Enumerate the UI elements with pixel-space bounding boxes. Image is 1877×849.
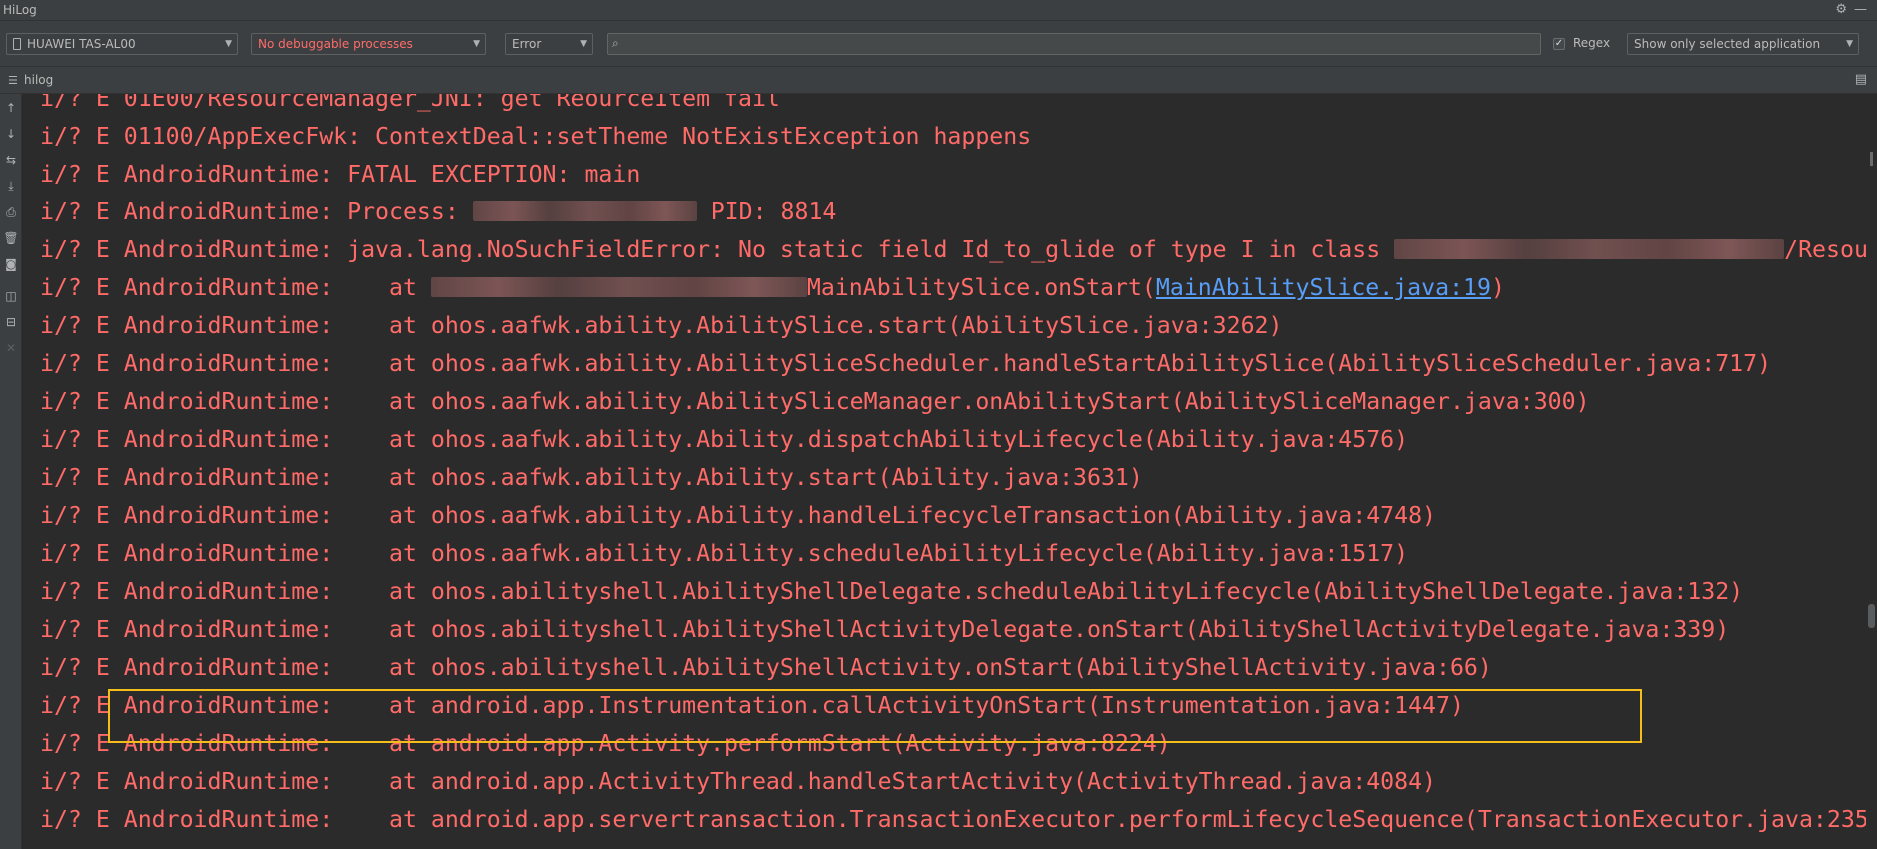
window-title: HiLog bbox=[3, 3, 37, 17]
chevron-down-icon: ▼ bbox=[225, 39, 232, 49]
log-line: i/? E AndroidRuntime: at ohos.abilityshe… bbox=[40, 578, 1744, 605]
chevron-down-icon: ▼ bbox=[1846, 39, 1853, 49]
chevron-down-icon: ▼ bbox=[580, 39, 587, 49]
filter-toolbar: HUAWEI TAS-AL00 ▼ No debuggable processe… bbox=[0, 21, 1877, 67]
log-search-box[interactable]: ⌕ bbox=[607, 33, 1541, 55]
regex-checkbox[interactable]: ✓ bbox=[1553, 38, 1565, 50]
log-line: i/? E 01100/AppExecFwk: ContextDeal::set… bbox=[40, 123, 1032, 150]
search-input[interactable] bbox=[630, 35, 1534, 55]
vertical-scrollbar[interactable] bbox=[1866, 94, 1877, 849]
scroll-down-icon[interactable]: ↓ bbox=[3, 126, 19, 142]
layout-icon[interactable]: ▤ bbox=[1855, 72, 1867, 87]
device-selector[interactable]: HUAWEI TAS-AL00 ▼ bbox=[6, 33, 238, 55]
log-line: i/? E AndroidRuntime: at MainAbilitySlic… bbox=[40, 274, 1505, 301]
process-selector-label: No debuggable processes bbox=[258, 37, 413, 51]
log-line: i/? E AndroidRuntime: at ohos.aafwk.abil… bbox=[40, 540, 1409, 567]
redacted-text bbox=[472, 200, 697, 221]
log-line: i/? E AndroidRuntime: at ohos.aafwk.abil… bbox=[40, 388, 1590, 415]
clear-log-icon[interactable]: 🗑 bbox=[3, 230, 19, 246]
tab-hilog[interactable]: hilog bbox=[24, 73, 53, 87]
close-icon: ✕ bbox=[5, 341, 17, 355]
redacted-text bbox=[1394, 238, 1785, 259]
log-line: i/? E AndroidRuntime: at android.app.ser… bbox=[40, 806, 1868, 833]
log-line: i/? E AndroidRuntime: at ohos.abilityshe… bbox=[40, 616, 1730, 643]
redacted-text bbox=[430, 276, 807, 297]
scroll-up-icon[interactable]: ↑ bbox=[3, 100, 19, 116]
log-line: i/? E AndroidRuntime: at ohos.aafwk.abil… bbox=[40, 426, 1409, 453]
app-filter-label: Show only selected application bbox=[1634, 37, 1821, 51]
process-selector[interactable]: No debuggable processes ▼ bbox=[251, 33, 486, 55]
gear-icon[interactable]: ⚙ bbox=[1835, 2, 1847, 17]
app-filter-selector[interactable]: Show only selected application ▼ bbox=[1627, 33, 1859, 55]
screenshot-icon[interactable]: ◙ bbox=[3, 256, 19, 272]
log-line: i/? E AndroidRuntime: java.lang.NoSuchFi… bbox=[40, 236, 1868, 263]
title-bar: HiLog ⚙ — bbox=[0, 0, 1877, 21]
split-vertical-icon[interactable]: ◫ bbox=[3, 288, 19, 304]
log-tab-bar: ☰ hilog ▤ bbox=[0, 67, 1877, 94]
log-line: i/? E AndroidRuntime: at ohos.aafwk.abil… bbox=[40, 464, 1143, 491]
log-line: i/? E AndroidRuntime: FATAL EXCEPTION: m… bbox=[40, 161, 641, 188]
log-level-label: Error bbox=[512, 37, 542, 51]
minimize-icon[interactable]: — bbox=[1854, 2, 1867, 17]
highlight-box bbox=[108, 689, 1642, 743]
search-icon: ⌕ bbox=[612, 36, 619, 50]
chevron-down-icon: ▼ bbox=[473, 39, 480, 49]
log-level-selector[interactable]: Error ▼ bbox=[505, 33, 593, 55]
soft-wrap-icon[interactable]: ⇆ bbox=[3, 152, 19, 168]
log-line: i/? E AndroidRuntime: at ohos.aafwk.abil… bbox=[40, 312, 1283, 339]
scrollbar-thumb[interactable] bbox=[1868, 604, 1875, 628]
device-selector-label: HUAWEI TAS-AL00 bbox=[27, 37, 136, 51]
log-line: i/? E AndroidRuntime: at ohos.aafwk.abil… bbox=[40, 502, 1437, 529]
log-line: i/? E AndroidRuntime: at ohos.aafwk.abil… bbox=[40, 350, 1772, 377]
log-line: i/? E AndroidRuntime: at android.app.Act… bbox=[40, 768, 1437, 795]
source-link[interactable]: MainAbilitySlice.java:19 bbox=[1156, 274, 1491, 301]
regex-label: Regex bbox=[1573, 36, 1611, 50]
phone-icon bbox=[13, 37, 21, 50]
log-line: i/? E AndroidRuntime: at ohos.abilityshe… bbox=[40, 654, 1492, 681]
log-line: i/? E 01E00/ResourceManager_JNI: get Reo… bbox=[40, 94, 780, 112]
print-icon[interactable]: ⎙ bbox=[3, 204, 19, 220]
log-side-toolbar: ↑ ↓ ⇆ ⤓ ⎙ 🗑 ◙ ◫ ⊟ ✕ bbox=[0, 94, 22, 849]
scroll-marker bbox=[1870, 152, 1873, 166]
scroll-to-end-icon[interactable]: ⤓ bbox=[3, 178, 19, 194]
log-line: i/? E AndroidRuntime: Process: PID: 8814 bbox=[40, 198, 837, 225]
list-icon: ☰ bbox=[8, 74, 18, 87]
split-horizontal-icon[interactable]: ⊟ bbox=[3, 314, 19, 330]
